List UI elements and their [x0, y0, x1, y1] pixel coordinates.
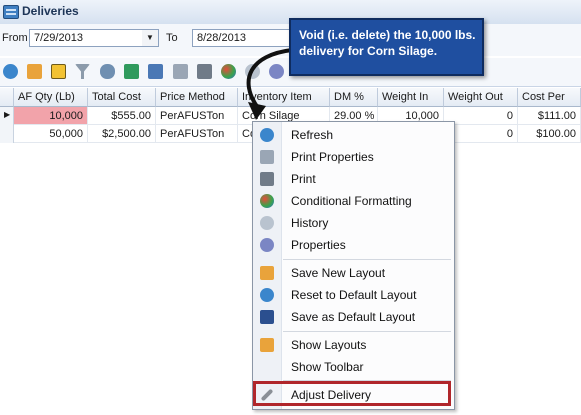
column-header-weight-out[interactable]: Weight Out	[444, 88, 518, 107]
adjust-delivery-highlight-box	[253, 381, 451, 406]
menu-item-label: Save as Default Layout	[291, 310, 416, 324]
current-row-arrow-icon: ▶	[4, 110, 11, 119]
printer-icon[interactable]	[197, 64, 212, 79]
table-cell-af-qty[interactable]: 10,000	[14, 107, 88, 125]
history-icon	[260, 216, 274, 230]
refresh-icon[interactable]	[3, 64, 18, 79]
menu-separator	[283, 259, 451, 260]
floppy-icon	[260, 310, 274, 324]
menu-item-label: Save New Layout	[291, 266, 386, 280]
to-label: To	[166, 32, 178, 44]
table-cell-weight-out[interactable]: 0	[444, 107, 518, 125]
menu-item-show-toolbar[interactable]: Show Toolbar	[253, 356, 454, 378]
table-cell-cost-per[interactable]: $100.00	[518, 125, 581, 143]
row-indicator-header	[0, 88, 14, 107]
menu-item-refresh[interactable]: Refresh	[253, 124, 454, 146]
from-date-value: 7/29/2013	[34, 32, 83, 44]
best-fit-icon[interactable]	[51, 64, 66, 79]
layouts-icon	[260, 338, 274, 352]
menu-item-conditional-formatting[interactable]: Conditional Formatting	[253, 190, 454, 212]
refresh-icon	[260, 128, 274, 142]
menu-item-print[interactable]: Print	[253, 168, 454, 190]
column-header-price-method[interactable]: Price Method	[156, 88, 238, 107]
menu-item-label: Conditional Formatting	[291, 194, 412, 208]
group-by-icon[interactable]	[100, 64, 115, 79]
table-cell-price-method[interactable]: PerAFUSTon	[156, 107, 238, 125]
layout-icon[interactable]	[148, 64, 163, 79]
save-layout-icon[interactable]	[27, 64, 42, 79]
menu-item-label: History	[291, 216, 329, 230]
menu-item-reset-to-default-layout[interactable]: Reset to Default Layout	[253, 284, 454, 306]
table-cell-af-qty[interactable]: 50,000	[14, 125, 88, 143]
from-date-field[interactable]: 7/29/2013 ▼	[29, 29, 159, 47]
instruction-callout: Void (i.e. delete) the 10,000 lbs. deliv…	[289, 18, 484, 76]
column-chooser-icon[interactable]	[124, 64, 139, 79]
context-menu: Refresh Print Properties Print Condition…	[252, 121, 455, 410]
conditional-formatting-icon	[260, 194, 274, 208]
row-indicator[interactable]: ▶	[0, 107, 14, 125]
menu-item-properties[interactable]: Properties	[253, 234, 454, 256]
menu-item-label: Properties	[291, 238, 346, 252]
print-properties-icon[interactable]	[173, 64, 188, 79]
column-header-af-qty[interactable]: AF Qty (Lb)	[14, 88, 88, 107]
window-title: Deliveries	[22, 4, 79, 18]
menu-separator	[283, 331, 451, 332]
printer-icon	[260, 172, 274, 186]
menu-item-label: Refresh	[291, 128, 334, 142]
table-cell-cost-per[interactable]: $111.00	[518, 107, 581, 125]
menu-item-save-new-layout[interactable]: Save New Layout	[253, 262, 454, 284]
save-layout-icon	[260, 266, 274, 280]
table-cell-total-cost[interactable]: $2,500.00	[88, 125, 156, 143]
menu-item-history[interactable]: History	[253, 212, 454, 234]
from-label: From	[2, 32, 28, 44]
row-indicator[interactable]	[0, 125, 14, 143]
menu-item-label: Print Properties	[291, 150, 374, 164]
table-cell-price-method[interactable]: PerAFUSTon	[156, 125, 238, 143]
reset-layout-icon	[260, 288, 274, 302]
menu-item-save-as-default-layout[interactable]: Save as Default Layout	[253, 306, 454, 328]
menu-item-label: Print	[291, 172, 316, 186]
column-header-dm[interactable]: DM %	[330, 88, 378, 107]
menu-item-print-properties[interactable]: Print Properties	[253, 146, 454, 168]
deliveries-window-icon	[3, 5, 19, 19]
menu-item-label: Show Layouts	[291, 338, 367, 352]
column-header-cost-per[interactable]: Cost Per	[518, 88, 581, 107]
filter-icon[interactable]	[75, 64, 90, 79]
menu-item-label: Show Toolbar	[291, 360, 364, 374]
column-header-weight-in[interactable]: Weight In	[378, 88, 444, 107]
menu-item-show-layouts[interactable]: Show Layouts	[253, 334, 454, 356]
from-date-dropdown-icon[interactable]: ▼	[142, 30, 158, 46]
menu-item-label: Reset to Default Layout	[291, 288, 417, 302]
print-properties-icon	[260, 150, 274, 164]
callout-text: Void (i.e. delete) the 10,000 lbs. deliv…	[299, 28, 476, 58]
column-header-total-cost[interactable]: Total Cost	[88, 88, 156, 107]
table-cell-total-cost[interactable]: $555.00	[88, 107, 156, 125]
gear-icon	[260, 238, 274, 252]
table-cell-weight-out[interactable]: 0	[444, 125, 518, 143]
